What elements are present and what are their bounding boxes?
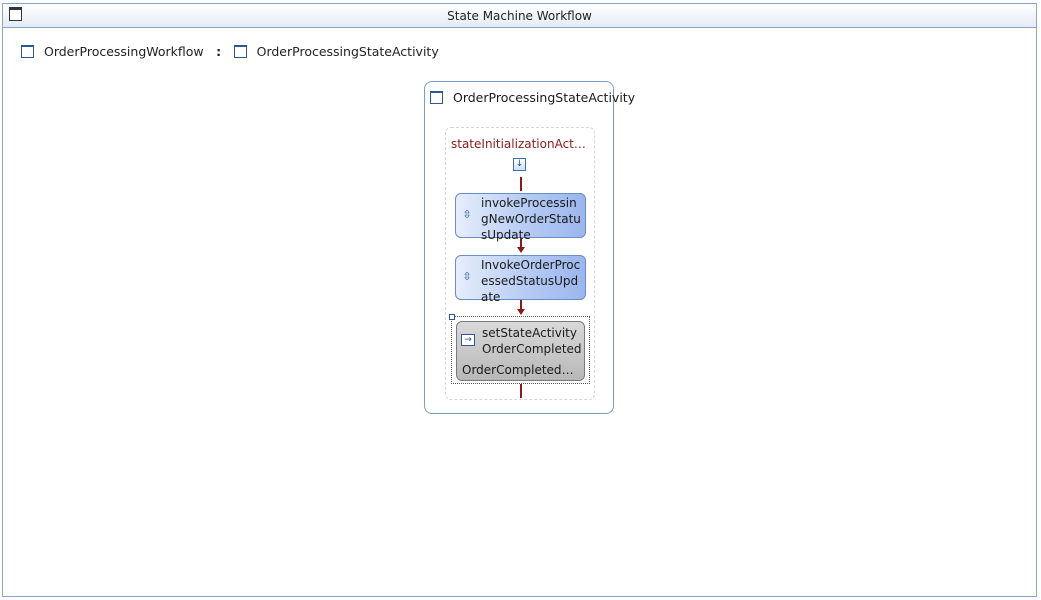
breadcrumb: OrderProcessingWorkflow : OrderProcessin… [21, 43, 439, 59]
state-name: OrderProcessingStateActivity [452, 90, 636, 105]
state-activity[interactable]: OrderProcessingStateActivity stateInitia… [424, 81, 635, 414]
set-state-icon: → [461, 334, 475, 346]
state-initialization-title: stateInitializationActivit... [451, 137, 589, 151]
invoke-icon: ⇳ [462, 208, 472, 221]
invoke-icon: ⇳ [462, 270, 472, 283]
square-icon [430, 91, 443, 104]
square-icon [21, 45, 34, 58]
set-state-activity[interactable]: → setStateActivityOrderCompleted OrderCo… [456, 321, 585, 381]
selection-handle[interactable] [449, 314, 455, 320]
activity-label: setStateActivityOrderCompleted [482, 326, 582, 356]
state-initialization-activity[interactable]: stateInitializationActivit... ↓ ⇳ invoke… [445, 127, 595, 400]
breadcrumb-workflow[interactable]: OrderProcessingWorkflow [44, 44, 204, 59]
window-title: State Machine Workflow [447, 9, 592, 23]
breadcrumb-state[interactable]: OrderProcessingStateActivity [257, 44, 439, 59]
state-header: OrderProcessingStateActivity [430, 89, 635, 105]
invoke-activity[interactable]: ⇳ InvokeOrderProcessedStatusUpdate [455, 255, 586, 304]
title-bar: State Machine Workflow [3, 4, 1036, 28]
selected-activity-outline: → setStateActivityOrderCompleted OrderCo… [449, 314, 590, 384]
connector-line [520, 177, 522, 191]
activity-label: invokeProcessingNewOrderStatusUpdate [481, 196, 581, 242]
invoke-activity[interactable]: ⇳ invokeProcessingNewOrderStatusUpdate [455, 193, 586, 242]
activity-label: InvokeOrderProcessedStatusUpdate [481, 258, 581, 304]
target-state-label: OrderCompletedSta... [462, 363, 581, 377]
connector-arrow [517, 309, 525, 315]
connector-line [520, 384, 522, 398]
drop-target-icon[interactable]: ↓ [513, 158, 526, 171]
breadcrumb-separator: : [216, 44, 222, 59]
square-icon [233, 45, 247, 58]
connector-arrow [517, 247, 525, 253]
